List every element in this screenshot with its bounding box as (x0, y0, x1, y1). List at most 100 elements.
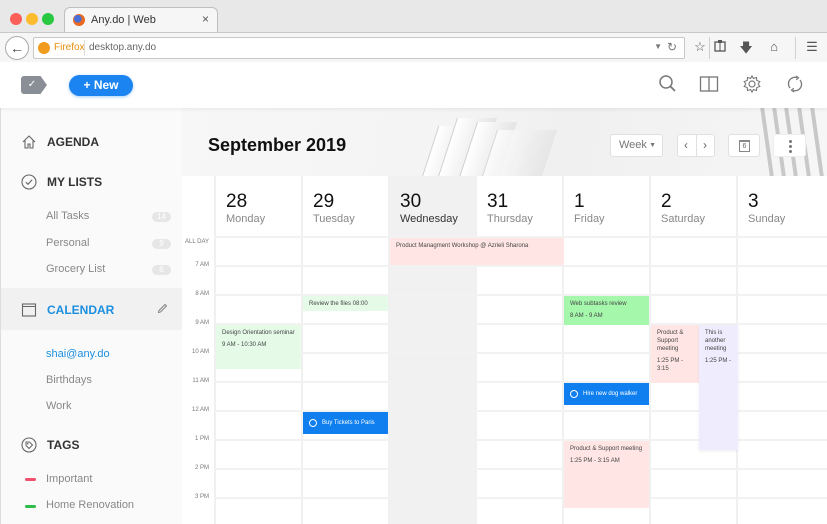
calendar-item-shai[interactable]: shai@any.do (46, 348, 110, 360)
firefox-favicon-icon (73, 14, 85, 26)
reload-icon[interactable]: ↻ (667, 40, 677, 54)
app-header: ✓ + New (0, 62, 827, 108)
view-select[interactable]: Week ▼ (610, 134, 663, 157)
sidebar-item-calendar[interactable]: CALENDAR (1, 288, 183, 330)
tag-item-important[interactable]: Important (46, 473, 92, 485)
prev-week-button[interactable]: ‹ (684, 138, 688, 152)
week-nav: ‹ › (677, 134, 715, 157)
day-column[interactable]: 30 Wednesday (388, 176, 475, 524)
calendar-event[interactable]: Product & Support meeting 1:25 PM - 3:15 (651, 325, 701, 383)
day-header[interactable]: 28 Monday (216, 176, 303, 236)
hour-gridline (214, 468, 827, 470)
day-header[interactable]: 29 Tuesday (303, 176, 390, 236)
event-title: Product & Support meeting (657, 330, 684, 352)
url-separator (84, 40, 85, 56)
download-icon[interactable]: 🡇 (738, 39, 754, 61)
tag-icon (21, 437, 37, 453)
url-bar[interactable]: Firefox desktop.any.do ▼ ↻ (33, 37, 685, 59)
edit-pencil-icon[interactable] (157, 301, 168, 319)
my-lists-label: MY LISTS (47, 175, 103, 189)
calendar-event[interactable]: Product Managment Workshop @ Azrieli Sha… (390, 238, 564, 265)
bookmark-star-icon[interactable]: ☆ (692, 39, 708, 55)
day-number: 30 (400, 191, 422, 212)
tag-color-home-renovation (25, 505, 36, 508)
event-title: Product Managment Workshop @ Azrieli Sha… (396, 243, 529, 249)
calendar-event[interactable]: Review the files 08:00 (303, 296, 388, 311)
day-header[interactable]: 30 Wednesday (390, 176, 477, 236)
menu-icon[interactable]: ☰ (804, 39, 820, 55)
task-item[interactable]: Hire new dog walker (564, 383, 649, 405)
reading-list-icon[interactable] (712, 39, 728, 55)
task-item[interactable]: Buy Tickets to Paris (303, 412, 388, 434)
calendar-event[interactable]: Product & Support meeting 1:25 PM - 3:15 … (564, 441, 649, 508)
search-icon[interactable] (658, 74, 680, 96)
identity-label: Firefox (54, 42, 85, 53)
event-title: Hire new dog walker (583, 390, 638, 397)
day-header[interactable]: 3 Sunday (738, 176, 825, 236)
list-item-grocery[interactable]: Grocery List (46, 263, 105, 275)
day-number: 29 (313, 191, 335, 212)
calendar-event[interactable]: Design Orientation seminar 9 AM - 10:30 A… (216, 325, 301, 369)
event-title: Design Orientation seminar (222, 330, 295, 336)
sidebar-item-tags[interactable]: TAGS (21, 437, 79, 453)
browser-tab[interactable]: Any.do | Web × (64, 7, 218, 33)
calendar-item-work[interactable]: Work (46, 400, 71, 412)
list-item-all-tasks[interactable]: All Tasks (46, 210, 89, 222)
tag-color-important (25, 478, 36, 481)
sidebar-item-agenda[interactable]: AGENDA (21, 134, 99, 150)
day-header[interactable]: 1 Friday (564, 176, 651, 236)
task-checkbox-icon[interactable] (309, 418, 317, 427)
tab-close-icon[interactable]: × (202, 12, 209, 26)
caret-down-icon: ▼ (649, 142, 656, 149)
settings-icon[interactable] (742, 74, 764, 96)
day-column[interactable]: 31 Thursday (475, 176, 562, 524)
day-column[interactable]: 29 Tuesday (301, 176, 388, 524)
calendar-event[interactable]: Web subtasks review 8 AM - 9 AM (564, 296, 649, 325)
event-title: Web subtasks review (570, 301, 627, 307)
tab-title: Any.do | Web (91, 14, 156, 26)
home-icon (21, 134, 37, 150)
day-column[interactable]: 3 Sunday (736, 176, 823, 524)
event-time: 8 AM - 9 AM (570, 313, 603, 319)
browser-toolbar: ← Firefox desktop.any.do ▼ ↻ ☆ 🡇 ⌂ ☰ (0, 32, 827, 62)
more-options-button[interactable] (773, 134, 806, 157)
day-name: Tuesday (313, 213, 355, 225)
day-number: 31 (487, 191, 509, 212)
hour-gridline (214, 265, 827, 267)
calendar-label: CALENDAR (47, 303, 115, 317)
sidebar-item-my-lists[interactable]: MY LISTS (21, 174, 102, 190)
sync-icon[interactable] (785, 74, 807, 96)
calendar-event[interactable]: This is another meeting 1:25 PM - (699, 325, 738, 450)
anydo-logo[interactable]: ✓ (21, 76, 47, 94)
event-title: Product & Support meeting (570, 446, 643, 452)
day-number: 2 (661, 191, 672, 212)
toolbar-separator (709, 37, 710, 59)
back-button[interactable]: ← (5, 36, 29, 60)
check-icon: ✓ (27, 79, 37, 90)
day-header[interactable]: 31 Thursday (477, 176, 564, 236)
kebab-dot (789, 145, 792, 148)
maximize-window-button[interactable] (42, 13, 54, 25)
day-name: Thursday (487, 213, 533, 225)
day-header[interactable]: 2 Saturday (651, 176, 738, 236)
today-button[interactable]: 6 (728, 134, 760, 157)
home-icon[interactable]: ⌂ (766, 39, 782, 54)
next-week-button[interactable]: › (703, 138, 707, 152)
task-checkbox-icon[interactable] (570, 389, 578, 398)
day-name: Sunday (748, 213, 786, 225)
sidebar: AGENDA MY LISTS All Tasks 14 Personal 9 … (0, 108, 183, 524)
book-icon[interactable] (699, 74, 721, 96)
list-item-personal[interactable]: Personal (46, 237, 89, 249)
calendar-item-birthdays[interactable]: Birthdays (46, 374, 92, 386)
calendar-banner: September 2019 Week ▼ ‹ › 6 (182, 108, 827, 176)
new-button[interactable]: + New (69, 75, 133, 96)
back-arrow-icon: ← (10, 40, 24, 56)
url-dropdown-icon[interactable]: ▼ (654, 42, 662, 51)
tag-item-home-renovation[interactable]: Home Renovation (46, 499, 134, 511)
close-window-button[interactable] (10, 13, 22, 25)
minimize-window-button[interactable] (26, 13, 38, 25)
url-text[interactable]: desktop.any.do (89, 42, 156, 53)
event-time: 1:25 PM - (705, 358, 732, 364)
toolbar-separator (795, 37, 796, 59)
browser-chrome: Any.do | Web × ← Firefox desktop.any.do … (0, 0, 827, 62)
